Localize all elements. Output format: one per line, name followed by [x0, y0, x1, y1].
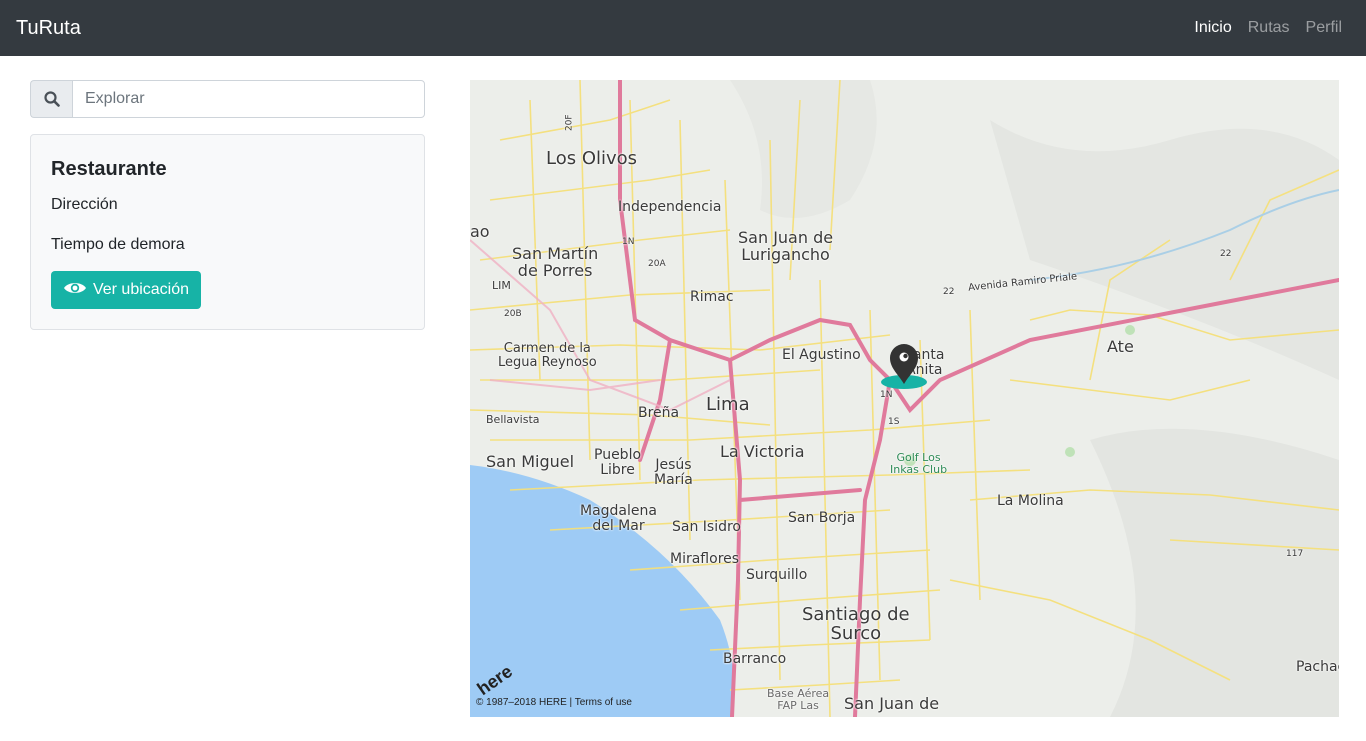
map-label-bellavista: Bellavista [486, 413, 540, 426]
map-label-miraflores: Miraflores [670, 551, 740, 567]
road-shield-117: 117 [1286, 549, 1304, 559]
road-shield-22-east: 22 [1220, 249, 1232, 259]
map-label-la-molina: La Molina [997, 493, 1064, 509]
view-location-button[interactable]: Ver ubicación [51, 271, 201, 309]
map-copyright[interactable]: © 1987–2018 HERE | Terms of use [476, 697, 632, 708]
navbar: TuRuta Inicio Rutas Perfil [0, 0, 1366, 56]
map-label-barranco: Barranco [723, 651, 787, 667]
map-label-el-agustino: El Agustino [782, 347, 861, 363]
eye-icon [63, 280, 87, 301]
map-label-carmen: Carmen de la Legua Reynoso [498, 341, 597, 370]
map-label-san-martin: San Martín de Porres [512, 244, 599, 280]
map-label-independencia: Independencia [618, 199, 722, 215]
map-label-san-juan-miraflores: San Juan de [844, 694, 940, 713]
road-shield-22-west: 22 [943, 287, 955, 297]
map-label-magdalena: Magdalena del Mar [580, 503, 657, 534]
nav-link-perfil[interactable]: Perfil [1306, 18, 1342, 38]
address-label: Dirección [51, 196, 118, 213]
map-label-brena: Breña [638, 405, 680, 421]
map-label-san-miguel: San Miguel [486, 452, 575, 471]
road-shield-20a: 20A [648, 259, 666, 269]
map-label-golf: Golf Los Inkas Club [890, 451, 948, 476]
search-input[interactable] [72, 80, 425, 118]
search-group [30, 80, 425, 118]
delay-label: Tiempo de demora [51, 236, 185, 253]
view-location-label: Ver ubicación [92, 281, 190, 298]
map-label-los-olivos: Los Olivos [546, 148, 638, 169]
map-label-san-isidro: San Isidro [672, 519, 742, 535]
map-label-la-victoria: La Victoria [720, 442, 805, 461]
nav-link-rutas[interactable]: Rutas [1248, 18, 1290, 38]
place-card: Restaurante Dirección Tiempo de demora V… [30, 134, 425, 330]
map-label-jesus-maria: Jesús María [654, 457, 693, 488]
map-label-pueblo-libre: Pueblo Libre [594, 447, 642, 478]
map-label-ate: Ate [1107, 337, 1134, 356]
road-shield-20f: 20F [564, 114, 575, 132]
map-label-san-juan-lurigancho: San Juan de Lurigancho [738, 228, 834, 264]
search-icon[interactable] [30, 80, 72, 118]
map-pin-icon[interactable] [880, 342, 928, 392]
road-shield-1s: 1S [888, 417, 900, 427]
brand-logo[interactable]: TuRuta [16, 16, 81, 40]
map-label-santiago-surco: Santiago de Surco [802, 604, 910, 644]
map-label-lim: LIM [492, 279, 511, 292]
map-view[interactable]: Los Olivos Independencia San Juan de Lur… [470, 80, 1339, 717]
nav-link-inicio[interactable]: Inicio [1194, 18, 1231, 38]
map-label-rimac: Rimac [690, 289, 734, 305]
map-label-lima: Lima [706, 394, 750, 415]
card-title: Restaurante [51, 158, 167, 180]
map-label-san-borja: San Borja [788, 510, 856, 526]
map-label-surquillo: Surquillo [746, 567, 808, 583]
road-shield-20b: 20B [504, 309, 522, 319]
nav-links: Inicio Rutas Perfil [1194, 18, 1342, 38]
road-shield-1n-north: 1N [622, 237, 635, 247]
map-label-pachac: Pachac [1296, 659, 1339, 675]
road-shield-1n-south: 1N [880, 390, 893, 400]
map-label-base-aerea: Base Aérea FAP Las [767, 687, 830, 712]
map-label-callao-fragment: ao [470, 222, 490, 241]
